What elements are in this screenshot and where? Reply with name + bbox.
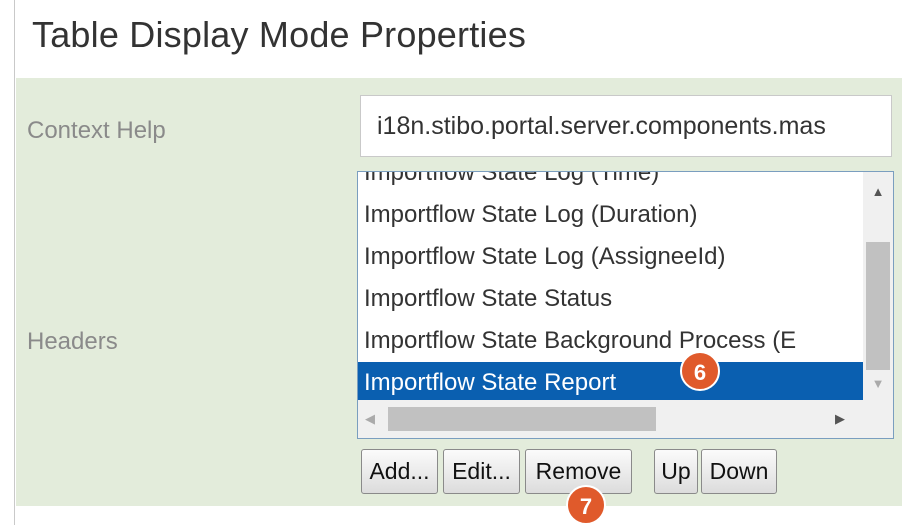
list-item-selected[interactable]: Importflow State Report [358,362,863,404]
up-button[interactable]: Up [654,449,698,494]
scroll-right-arrow-icon[interactable]: ▶ [830,411,850,427]
context-help-input[interactable]: i18n.stibo.portal.server.components.mas [360,95,892,157]
horizontal-scroll-thumb[interactable] [388,407,656,431]
vertical-scroll-thumb[interactable] [866,242,890,370]
headers-list-items: Importflow State Log (Time) Importflow S… [358,172,863,404]
add-button[interactable]: Add... [361,449,438,494]
list-item[interactable]: Importflow State Log (Time) [358,172,863,194]
callout-badge-6: 6 [680,351,720,391]
scroll-up-arrow-icon[interactable]: ▲ [863,184,893,199]
headers-label: Headers [27,328,118,355]
edit-button[interactable]: Edit... [443,449,520,494]
vertical-scrollbar[interactable]: ▲ ▼ [863,172,893,400]
list-item[interactable]: Importflow State Log (AssigneeId) [358,236,863,278]
list-item[interactable]: Importflow State Status [358,278,863,320]
scrollbar-corner [863,400,893,438]
callout-badge-7: 7 [566,485,606,525]
down-button[interactable]: Down [701,449,777,494]
dialog-title: Table Display Mode Properties [32,14,527,55]
list-item[interactable]: Importflow State Log (Duration) [358,194,863,236]
list-item[interactable]: Importflow State Background Process (E [358,320,863,362]
scroll-down-arrow-icon[interactable]: ▼ [863,376,893,391]
context-help-label: Context Help [27,117,166,144]
scroll-left-arrow-icon[interactable]: ◀ [360,411,380,427]
horizontal-scrollbar[interactable]: ◀ ▶ [358,400,893,438]
headers-listbox[interactable]: Importflow State Log (Time) Importflow S… [357,171,894,439]
